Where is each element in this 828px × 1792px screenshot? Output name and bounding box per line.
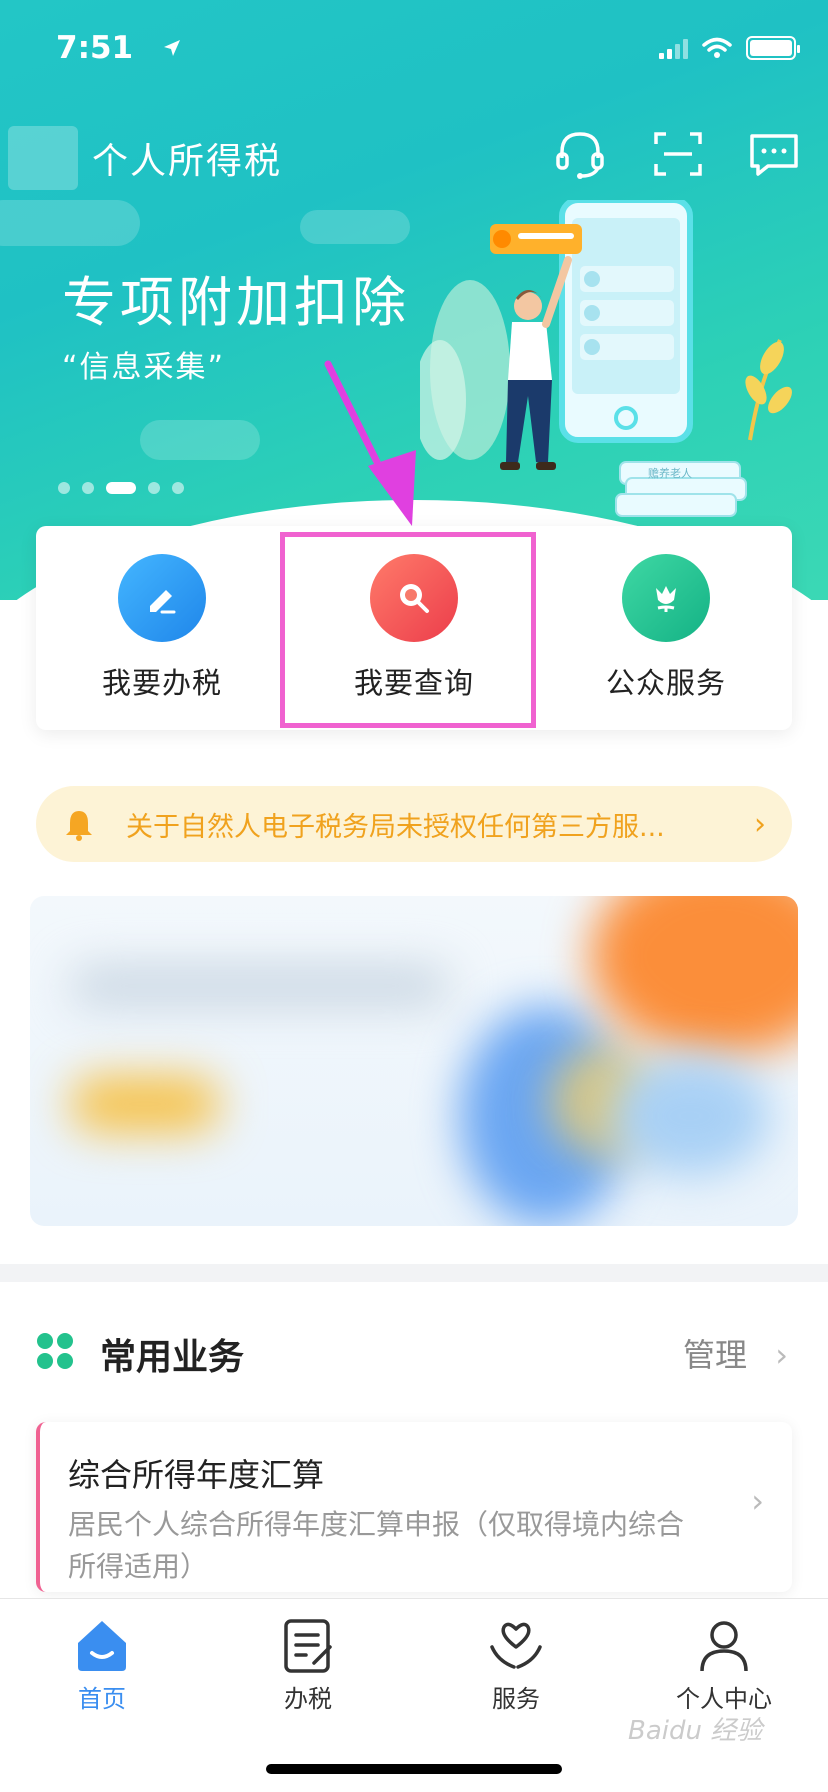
bell-icon: [66, 811, 92, 841]
tab-label: 个人中心: [676, 1685, 772, 1713]
quick-action-label: 我要办税: [101, 666, 222, 700]
tab-tax[interactable]: 办税: [218, 1617, 398, 1714]
manage-label: 管理: [683, 1336, 748, 1374]
banner-card-label: 赡养老人: [648, 466, 692, 480]
bottom-tab-bar: 首页 办税 服务 个人中心: [0, 1598, 828, 1792]
service-description: 居民个人综合所得年度汇算申报（仅取得境内综合所得适用）: [68, 1508, 685, 1583]
user-icon: [700, 1621, 748, 1672]
quick-action-query[interactable]: 我要查询: [288, 526, 540, 730]
blurred-text-placeholder: [70, 966, 450, 1006]
location-arrow-icon: [164, 40, 180, 56]
search-icon: [370, 554, 458, 642]
tulip-icon: [622, 554, 710, 642]
cloud-decoration: [300, 210, 410, 244]
tab-home[interactable]: 首页: [12, 1617, 192, 1714]
notice-bar[interactable]: 关于自然人电子税务局未授权任何第三方服... ›: [36, 786, 792, 862]
banner-subtitle: “信息采集”: [62, 350, 226, 385]
promo-banner-blurred[interactable]: [30, 896, 798, 1226]
banner-illustration: 赡养老人: [420, 200, 792, 517]
annotation-arrow: [324, 360, 416, 526]
common-services-header: 常用业务 管理 ›: [0, 1312, 828, 1392]
document-edit-icon: [284, 1619, 332, 1673]
blurred-shape: [590, 896, 798, 1056]
tab-label: 首页: [78, 1685, 126, 1713]
home-icon: [78, 1621, 126, 1671]
chevron-right-icon: ›: [754, 806, 766, 842]
heart-hands-icon: [490, 1622, 542, 1669]
carousel-dot[interactable]: [82, 482, 94, 494]
chevron-right-icon: ›: [775, 1336, 788, 1374]
cloud-decoration: [140, 420, 260, 460]
carousel-dot[interactable]: [172, 482, 184, 494]
carousel-dot-active[interactable]: [106, 482, 136, 494]
app-bar: 个人所得税: [0, 118, 828, 190]
grid-icon: [37, 1333, 73, 1369]
quick-actions-card: 我要办税 我要查询 公众服务: [36, 526, 792, 730]
cellular-signal-icon: [659, 37, 688, 59]
app-title: 个人所得税: [92, 141, 283, 182]
service-title: 综合所得年度汇算: [68, 1456, 325, 1494]
edit-icon: [118, 554, 206, 642]
status-icons: [659, 36, 800, 60]
quick-action-public-service[interactable]: 公众服务: [540, 526, 792, 730]
manage-button[interactable]: 管理 ›: [683, 1330, 788, 1376]
blurred-shape: [610, 1056, 770, 1176]
service-card-annual-settlement[interactable]: 综合所得年度汇算 居民个人综合所得年度汇算申报（仅取得境内综合所得适用） ›: [36, 1422, 792, 1592]
app-logo: [8, 126, 78, 190]
quick-action-label: 公众服务: [605, 666, 726, 700]
quick-action-label: 我要查询: [353, 666, 474, 700]
carousel-dot[interactable]: [58, 482, 70, 494]
quick-action-tax[interactable]: 我要办税: [36, 526, 288, 730]
banner-title[interactable]: 专项附加扣除: [62, 258, 410, 337]
blurred-button-placeholder: [70, 1076, 220, 1132]
battery-icon: [746, 36, 800, 60]
message-icon[interactable]: [748, 128, 800, 180]
section-divider: [0, 1264, 828, 1282]
tab-label: 办税: [284, 1685, 332, 1713]
carousel-dot[interactable]: [148, 482, 160, 494]
section-title: 常用业务: [100, 1337, 245, 1378]
home-indicator[interactable]: [266, 1764, 562, 1774]
cloud-decoration: [0, 200, 140, 246]
tab-service[interactable]: 服务: [426, 1617, 606, 1714]
wifi-icon: [702, 37, 732, 58]
status-bar: 7:51: [0, 0, 828, 100]
scan-icon[interactable]: [652, 128, 704, 180]
watermark: Baidu 经验: [628, 1716, 763, 1746]
headset-icon[interactable]: [554, 128, 606, 180]
carousel-dots: [58, 482, 184, 494]
chevron-right-icon: ›: [751, 1482, 764, 1520]
status-time: 7:51: [56, 30, 134, 66]
tab-label: 服务: [492, 1685, 540, 1713]
tab-profile[interactable]: 个人中心: [634, 1617, 814, 1714]
notice-text: 关于自然人电子税务局未授权任何第三方服...: [126, 811, 665, 843]
